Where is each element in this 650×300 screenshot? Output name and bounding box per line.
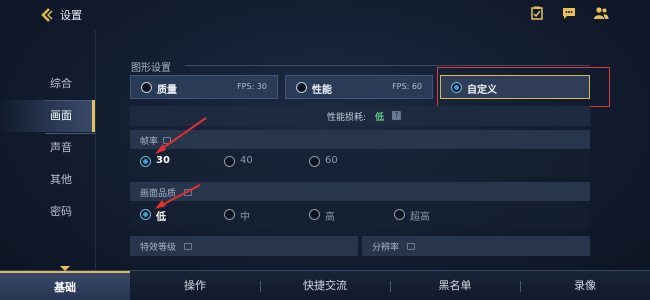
arrow-to-quality-low	[159, 184, 201, 207]
tab-blacklist[interactable]: 黑名单	[390, 271, 520, 300]
arrow-to-fps-30	[159, 117, 207, 151]
tab-controls[interactable]: 操作	[130, 271, 260, 300]
arrow-head-quality	[155, 200, 166, 209]
bottom-tab-bar: 基础 操作 快捷交流 黑名单 录像	[0, 270, 650, 300]
tab-replay[interactable]: 录像	[520, 271, 650, 300]
tab-basic[interactable]: 基础	[0, 271, 130, 300]
arrow-head-fps	[155, 144, 166, 154]
active-tab-caret	[60, 266, 70, 271]
annotation-arrows	[155, 117, 207, 209]
tab-quick-chat[interactable]: 快捷交流	[260, 271, 390, 300]
